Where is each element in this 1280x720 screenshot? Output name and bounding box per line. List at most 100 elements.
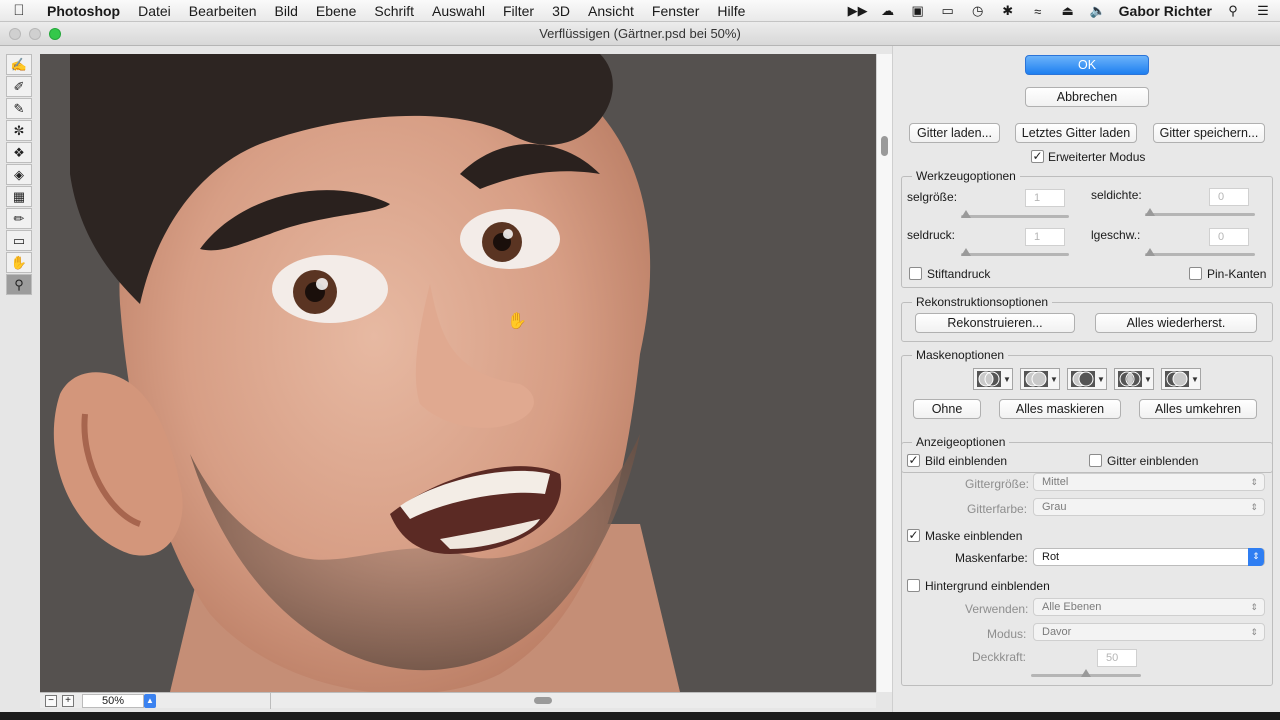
bloat-tool-icon[interactable]: ◈ bbox=[6, 164, 32, 185]
minimize-window-button[interactable] bbox=[29, 28, 41, 40]
image-canvas[interactable]: ✋ bbox=[40, 54, 876, 692]
brush-density-slider[interactable] bbox=[1145, 213, 1255, 216]
window-controls bbox=[9, 28, 61, 40]
brush-density-field[interactable]: 0 bbox=[1209, 188, 1249, 206]
menu-app-name[interactable]: Photoshop bbox=[38, 0, 129, 22]
apple-icon[interactable]:  bbox=[0, 2, 38, 19]
opacity-slider-thumb[interactable] bbox=[1081, 669, 1091, 677]
stylus-pressure-checkbox[interactable] bbox=[909, 267, 922, 280]
chevron-down-icon: ▼ bbox=[1097, 374, 1105, 384]
reconstruct-tool-icon[interactable]: ✐ bbox=[6, 76, 32, 97]
forward-warp-tool-icon[interactable]: ✍ bbox=[6, 54, 32, 75]
mask-replace-button[interactable]: ▼ bbox=[973, 368, 1013, 390]
fast-forward-icon[interactable]: ▶▶ bbox=[848, 3, 868, 18]
zoom-stepper-icon[interactable]: ▲ bbox=[144, 693, 156, 708]
list-icon[interactable]: ☰ bbox=[1254, 3, 1272, 18]
push-left-tool-icon[interactable]: ▦ bbox=[6, 186, 32, 207]
mask-subtract-button[interactable]: ▼ bbox=[1067, 368, 1107, 390]
brush-size-slider[interactable] bbox=[961, 215, 1069, 218]
menu-filter[interactable]: Filter bbox=[494, 0, 543, 22]
mask-none-button[interactable]: Ohne bbox=[913, 399, 981, 419]
mask-all-button[interactable]: Alles maskieren bbox=[999, 399, 1121, 419]
menu-3d[interactable]: 3D bbox=[543, 0, 579, 22]
menu-datei[interactable]: Datei bbox=[129, 0, 180, 22]
use-select[interactable]: Alle Ebenen ⇕ bbox=[1033, 598, 1265, 616]
thaw-mask-tool-icon[interactable]: ▭ bbox=[6, 230, 32, 251]
menu-ebene[interactable]: Ebene bbox=[307, 0, 365, 22]
bluetooth-icon[interactable]: ✱ bbox=[999, 3, 1017, 18]
search-icon[interactable]: ⚲ bbox=[1224, 3, 1242, 18]
brush-pressure-slider[interactable] bbox=[961, 253, 1069, 256]
reconstruct-button[interactable]: Rekonstruieren... bbox=[915, 313, 1075, 333]
ok-button[interactable]: OK bbox=[1025, 55, 1149, 75]
opacity-field[interactable]: 50 bbox=[1097, 649, 1137, 667]
airplay-icon[interactable]: ▭ bbox=[939, 3, 957, 18]
menu-auswahl[interactable]: Auswahl bbox=[423, 0, 494, 22]
show-backdrop-checkbox[interactable] bbox=[907, 579, 920, 592]
svg-text:✋: ✋ bbox=[507, 311, 527, 330]
updown-arrows-icon: ⇕ bbox=[1250, 602, 1258, 612]
brush-size-field[interactable]: 1 bbox=[1025, 189, 1065, 207]
creative-cloud-icon[interactable]: ▣ bbox=[909, 3, 927, 18]
load-last-mesh-button[interactable]: Letztes Gitter laden bbox=[1015, 123, 1137, 143]
zoom-in-button[interactable]: + bbox=[62, 694, 74, 707]
restore-all-button[interactable]: Alles wiederherst. bbox=[1095, 313, 1257, 333]
freeze-mask-tool-icon[interactable]: ✏ bbox=[6, 208, 32, 229]
mode-select[interactable]: Davor ⇕ bbox=[1033, 623, 1265, 641]
volume-icon[interactable]: 🔈 bbox=[1089, 3, 1107, 18]
brush-rate-slider-thumb[interactable] bbox=[1145, 248, 1155, 256]
use-label: Verwenden: bbox=[965, 602, 1029, 616]
advanced-mode-checkbox[interactable]: ✓ bbox=[1031, 150, 1044, 163]
horizontal-scroll-thumb[interactable] bbox=[534, 697, 552, 704]
user-name[interactable]: Gabor Richter bbox=[1119, 3, 1212, 19]
show-image-checkbox[interactable]: ✓ bbox=[907, 454, 920, 467]
mesh-size-select[interactable]: Mittel ⇕ bbox=[1033, 473, 1265, 491]
invert-all-button[interactable]: Alles umkehren bbox=[1139, 399, 1257, 419]
load-mesh-button[interactable]: Gitter laden... bbox=[909, 123, 1000, 143]
window-titlebar: Verflüssigen (Gärtner.psd bei 50%) bbox=[0, 22, 1280, 46]
brush-density-slider-thumb[interactable] bbox=[1145, 208, 1155, 216]
hand-tool-icon[interactable]: ✋ bbox=[6, 252, 32, 273]
menu-fenster[interactable]: Fenster bbox=[643, 0, 708, 22]
pucker-tool-icon[interactable]: ❖ bbox=[6, 142, 32, 163]
show-mesh-checkbox[interactable] bbox=[1089, 454, 1102, 467]
vertical-scroll-thumb[interactable] bbox=[881, 136, 888, 156]
brush-pressure-slider-thumb[interactable] bbox=[961, 248, 971, 256]
close-window-button[interactable] bbox=[9, 28, 21, 40]
show-mask-checkbox[interactable]: ✓ bbox=[907, 529, 920, 542]
eject-icon[interactable]: ⏏ bbox=[1059, 3, 1077, 18]
menu-bearbeiten[interactable]: Bearbeiten bbox=[180, 0, 266, 22]
zoom-out-button[interactable]: − bbox=[45, 694, 57, 707]
menu-hilfe[interactable]: Hilfe bbox=[708, 0, 754, 22]
brush-pressure-field[interactable]: 1 bbox=[1025, 228, 1065, 246]
pin-edges-checkbox[interactable] bbox=[1189, 267, 1202, 280]
brush-rate-field[interactable]: 0 bbox=[1209, 228, 1249, 246]
liquify-toolbar: ✍ ✐ ✎ ✼ ❖ ◈ ▦ ✏ ▭ ✋ ⚲ bbox=[6, 54, 34, 295]
zoom-tool-icon[interactable]: ⚲ bbox=[6, 274, 32, 295]
menu-ansicht[interactable]: Ansicht bbox=[579, 0, 643, 22]
wifi-icon[interactable]: ≈ bbox=[1029, 4, 1047, 19]
save-mesh-button[interactable]: Gitter speichern... bbox=[1153, 123, 1265, 143]
brush-density-label: seldichte: bbox=[1091, 188, 1142, 202]
twirl-tool-icon[interactable]: ✼ bbox=[6, 120, 32, 141]
status-menus: ▶▶ ☁ ▣ ▭ ◷ ✱ ≈ ⏏ 🔈 Gabor Richter ⚲ ☰ bbox=[848, 0, 1272, 22]
time-machine-icon[interactable]: ◷ bbox=[969, 3, 987, 18]
mask-intersect-button[interactable]: ▼ bbox=[1114, 368, 1154, 390]
mask-invert-button[interactable]: ▼ bbox=[1161, 368, 1201, 390]
smooth-tool-icon[interactable]: ✎ bbox=[6, 98, 32, 119]
menu-schrift[interactable]: Schrift bbox=[365, 0, 423, 22]
cloud-icon[interactable]: ☁ bbox=[879, 3, 897, 18]
mask-options-title: Maskenoptionen bbox=[912, 348, 1009, 362]
mesh-color-label: Gitterfarbe: bbox=[967, 502, 1028, 516]
cancel-button[interactable]: Abbrechen bbox=[1025, 87, 1149, 107]
show-image-label: Bild einblenden bbox=[925, 454, 1008, 468]
zoom-window-button[interactable] bbox=[49, 28, 61, 40]
mask-add-button[interactable]: ▼ bbox=[1020, 368, 1060, 390]
brush-rate-slider[interactable] bbox=[1145, 253, 1255, 256]
mask-color-select[interactable]: Rot ⇕ bbox=[1033, 548, 1265, 566]
mesh-color-select[interactable]: Grau ⇕ bbox=[1033, 498, 1265, 516]
brush-size-slider-thumb[interactable] bbox=[961, 210, 971, 218]
zoom-level-field[interactable]: 50% bbox=[82, 693, 144, 708]
menu-bild[interactable]: Bild bbox=[266, 0, 307, 22]
vertical-scrollbar[interactable] bbox=[876, 54, 892, 692]
